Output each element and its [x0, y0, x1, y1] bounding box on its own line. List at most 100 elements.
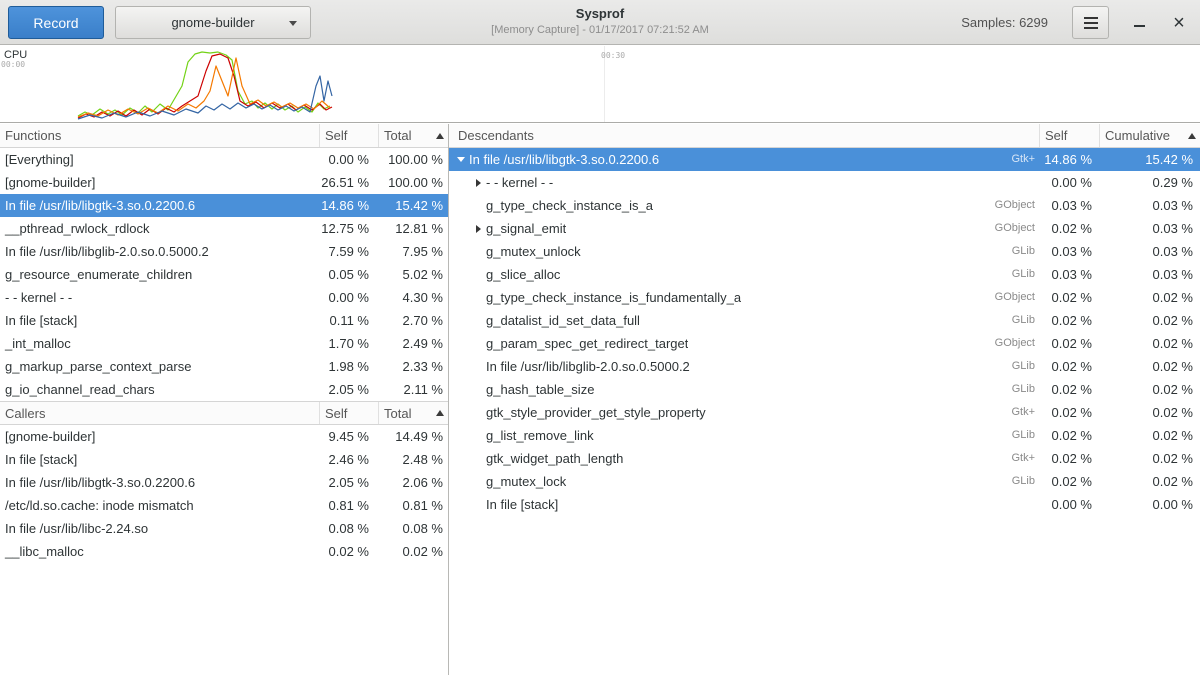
- function-name: - - kernel - -: [0, 286, 320, 309]
- table-row[interactable]: [gnome-builder]9.45 %14.49 %: [0, 425, 448, 448]
- table-row[interactable]: - - kernel - -0.00 %0.29 %: [449, 171, 1200, 194]
- function-name: In file [stack]: [0, 448, 320, 471]
- descendant-name: g_mutex_lock: [486, 470, 566, 493]
- table-row[interactable]: [gnome-builder]26.51 %100.00 %: [0, 171, 448, 194]
- table-row[interactable]: In file /usr/lib/libglib-2.0.so.0.5000.2…: [0, 240, 448, 263]
- column-header-callers[interactable]: Callers: [0, 402, 320, 424]
- table-row[interactable]: In file [stack]0.11 %2.70 %: [0, 309, 448, 332]
- self-value: 0.02 %: [1040, 355, 1100, 378]
- cpu-chart[interactable]: [0, 46, 1200, 123]
- expander-collapsed-icon[interactable]: [470, 171, 486, 194]
- table-row[interactable]: g_datalist_id_set_data_fullGLib0.02 %0.0…: [449, 309, 1200, 332]
- table-row[interactable]: gtk_style_provider_get_style_propertyGtk…: [449, 401, 1200, 424]
- table-row[interactable]: g_slice_allocGLib0.03 %0.03 %: [449, 263, 1200, 286]
- library-tag: GLib: [1012, 355, 1040, 378]
- column-header-functions[interactable]: Functions: [0, 124, 320, 147]
- self-value: 2.46 %: [320, 448, 379, 471]
- library-tag: GLib: [1012, 378, 1040, 401]
- expander-expanded-icon[interactable]: [453, 148, 469, 171]
- self-value: 0.02 %: [1040, 378, 1100, 401]
- table-row[interactable]: - - kernel - -0.00 %4.30 %: [0, 286, 448, 309]
- cumulative-value: 0.02 %: [1100, 378, 1200, 401]
- self-value: 0.08 %: [320, 517, 379, 540]
- table-row[interactable]: /etc/ld.so.cache: inode mismatch0.81 %0.…: [0, 494, 448, 517]
- function-name: /etc/ld.so.cache: inode mismatch: [0, 494, 320, 517]
- window-title: Sysprof: [300, 6, 900, 21]
- self-value: 0.02 %: [1040, 286, 1100, 309]
- descendant-name-cell: g_param_spec_get_redirect_targetGObject: [449, 332, 1040, 355]
- total-value: 0.02 %: [379, 540, 448, 563]
- table-row[interactable]: g_type_check_instance_is_aGObject0.03 %0…: [449, 194, 1200, 217]
- self-value: 2.05 %: [320, 471, 379, 494]
- cumulative-value: 0.03 %: [1100, 240, 1200, 263]
- table-row[interactable]: In file /usr/lib/libgtk-3.so.0.2200.614.…: [0, 194, 448, 217]
- self-value: 0.03 %: [1040, 194, 1100, 217]
- table-row[interactable]: __pthread_rwlock_rdlock12.75 %12.81 %: [0, 217, 448, 240]
- total-value: 0.08 %: [379, 517, 448, 540]
- table-row[interactable]: In file /usr/lib/libglib-2.0.so.0.5000.2…: [449, 355, 1200, 378]
- expander-spacer: [470, 493, 486, 516]
- column-header-self[interactable]: Self: [320, 124, 379, 147]
- descendant-name: g_datalist_id_set_data_full: [486, 309, 640, 332]
- window-title-block: Sysprof [Memory Capture] - 01/17/2017 07…: [300, 6, 900, 36]
- library-tag: GObject: [995, 217, 1040, 240]
- column-header-self[interactable]: Self: [1040, 124, 1100, 147]
- self-value: 12.75 %: [320, 217, 379, 240]
- total-value: 4.30 %: [379, 286, 448, 309]
- descendant-name: g_type_check_instance_is_fundamentally_a: [486, 286, 741, 309]
- descendant-name-cell: g_type_check_instance_is_aGObject: [449, 194, 1040, 217]
- table-row[interactable]: In file [stack]2.46 %2.48 %: [0, 448, 448, 471]
- total-value: 7.95 %: [379, 240, 448, 263]
- column-header-total[interactable]: Total: [379, 402, 448, 424]
- table-row[interactable]: g_signal_emitGObject0.02 %0.03 %: [449, 217, 1200, 240]
- cumulative-value: 0.02 %: [1100, 401, 1200, 424]
- cpu-graph-area[interactable]: CPU 00:00 00:30: [0, 46, 1200, 123]
- table-row[interactable]: In file /usr/lib/libgtk-3.so.0.2200.62.0…: [0, 471, 448, 494]
- total-value: 14.49 %: [379, 425, 448, 448]
- descendant-name-cell: g_signal_emitGObject: [449, 217, 1040, 240]
- table-row[interactable]: In file /usr/lib/libc-2.24.so0.08 %0.08 …: [0, 517, 448, 540]
- table-row[interactable]: g_mutex_unlockGLib0.03 %0.03 %: [449, 240, 1200, 263]
- expander-spacer: [470, 378, 486, 401]
- table-row[interactable]: In file /usr/lib/libgtk-3.so.0.2200.6Gtk…: [449, 148, 1200, 171]
- expander-spacer: [470, 424, 486, 447]
- table-row[interactable]: g_hash_table_sizeGLib0.02 %0.02 %: [449, 378, 1200, 401]
- table-row[interactable]: gtk_widget_path_lengthGtk+0.02 %0.02 %: [449, 447, 1200, 470]
- column-header-total[interactable]: Total: [379, 124, 448, 147]
- column-header-descendants[interactable]: Descendants: [449, 124, 1040, 147]
- table-row[interactable]: g_resource_enumerate_children0.05 %5.02 …: [0, 263, 448, 286]
- function-name: [gnome-builder]: [0, 425, 320, 448]
- table-row[interactable]: g_list_remove_linkGLib0.02 %0.02 %: [449, 424, 1200, 447]
- table-row[interactable]: g_mutex_lockGLib0.02 %0.02 %: [449, 470, 1200, 493]
- table-row[interactable]: g_markup_parse_context_parse1.98 %2.33 %: [0, 355, 448, 378]
- table-row[interactable]: _int_malloc1.70 %2.49 %: [0, 332, 448, 355]
- total-value: 2.33 %: [379, 355, 448, 378]
- table-row[interactable]: In file [stack]0.00 %0.00 %: [449, 493, 1200, 516]
- total-value: 100.00 %: [379, 148, 448, 171]
- expander-spacer: [470, 332, 486, 355]
- record-button[interactable]: Record: [8, 6, 104, 39]
- menu-button[interactable]: [1072, 6, 1109, 39]
- table-row[interactable]: g_io_channel_read_chars2.05 %2.11 %: [0, 378, 448, 401]
- table-row[interactable]: __libc_malloc0.02 %0.02 %: [0, 540, 448, 563]
- process-selector[interactable]: gnome-builder: [115, 6, 311, 39]
- minimize-button[interactable]: [1124, 8, 1154, 38]
- descendant-name-cell: g_list_remove_linkGLib: [449, 424, 1040, 447]
- cumulative-value: 0.02 %: [1100, 309, 1200, 332]
- library-tag: Gtk+: [1011, 447, 1040, 470]
- function-name: g_resource_enumerate_children: [0, 263, 320, 286]
- function-name: [Everything]: [0, 148, 320, 171]
- expander-spacer: [470, 470, 486, 493]
- close-button[interactable]: ×: [1164, 8, 1194, 38]
- self-value: 0.05 %: [320, 263, 379, 286]
- cumulative-value: 0.02 %: [1100, 470, 1200, 493]
- cumulative-value: 15.42 %: [1100, 148, 1200, 171]
- column-header-cumulative[interactable]: Cumulative: [1100, 124, 1200, 147]
- table-row[interactable]: g_param_spec_get_redirect_targetGObject0…: [449, 332, 1200, 355]
- table-row[interactable]: [Everything]0.00 %100.00 %: [0, 148, 448, 171]
- descendant-name-cell: g_hash_table_sizeGLib: [449, 378, 1040, 401]
- expander-collapsed-icon[interactable]: [470, 217, 486, 240]
- table-row[interactable]: g_type_check_instance_is_fundamentally_a…: [449, 286, 1200, 309]
- library-tag: GLib: [1012, 240, 1040, 263]
- column-header-self[interactable]: Self: [320, 402, 379, 424]
